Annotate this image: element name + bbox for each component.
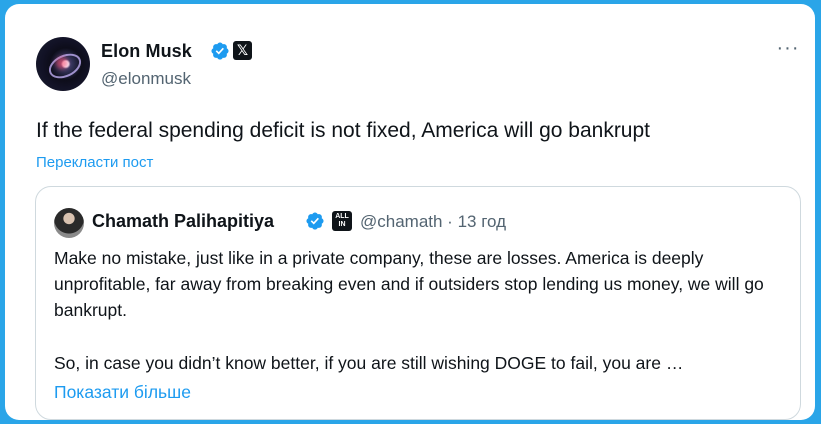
translate-post-link[interactable]: Перекласти пост: [36, 154, 153, 171]
author-avatar[interactable]: [36, 37, 90, 91]
quoted-author-avatar[interactable]: [54, 208, 84, 238]
quoted-handle-time[interactable]: @chamath · 13 год: [360, 212, 506, 232]
all-in-podcast-icon: ALL IN: [332, 211, 352, 231]
author-name[interactable]: Elon Musk: [101, 41, 192, 62]
quoted-tweet-text: Make no mistake, just like in a private …: [54, 245, 794, 376]
show-more-link[interactable]: Показати більше: [54, 382, 191, 403]
tweet-card: Elon Musk 𝕏 @elonmusk ··· If the federal…: [5, 4, 815, 420]
quoted-tweet[interactable]: Chamath Palihapitiya ALL IN @chamath · 1…: [35, 186, 801, 420]
more-options-icon[interactable]: ···: [775, 38, 801, 67]
verified-badge-icon: [211, 42, 229, 60]
author-handle[interactable]: @elonmusk: [101, 69, 191, 89]
tweet-text: If the federal spending deficit is not f…: [36, 119, 651, 142]
quoted-paragraph-2: So, in case you didn’t know better, if y…: [54, 353, 684, 373]
quoted-author-name[interactable]: Chamath Palihapitiya: [92, 211, 274, 232]
x-logo-icon: 𝕏: [233, 41, 252, 60]
verified-badge-icon: [306, 212, 324, 230]
quoted-paragraph-1: Make no mistake, just like in a private …: [54, 248, 764, 320]
